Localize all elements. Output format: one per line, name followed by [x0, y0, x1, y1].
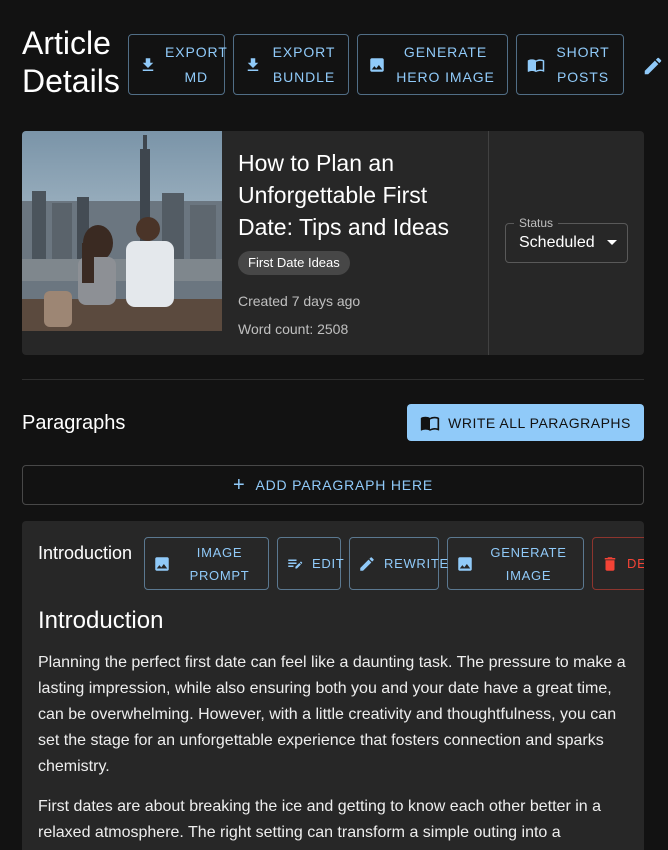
- status-value: Scheduled: [519, 234, 595, 251]
- export-bundle-button[interactable]: Export Bundle: [233, 34, 349, 95]
- created-date: Created 7 days ago: [238, 293, 361, 309]
- generate-hero-image-label: Generate Hero Image: [396, 43, 495, 85]
- pencil-icon: [360, 556, 374, 571]
- short-posts-label: Short Posts: [556, 43, 610, 85]
- caret-down-icon: [607, 240, 617, 245]
- generate-hero-image-button[interactable]: Generate Hero Image: [357, 34, 508, 95]
- menu-book-icon: [527, 58, 545, 72]
- write-all-paragraphs-button[interactable]: Write All Paragraphs: [407, 404, 644, 441]
- edit-label: Edit: [312, 556, 345, 571]
- export-bundle-label: Export Bundle: [272, 43, 336, 85]
- generate-image-label: Generate Image: [490, 544, 567, 583]
- edit-button[interactable]: Edit: [277, 537, 345, 590]
- hero-image: [22, 131, 222, 331]
- word-count: Word count: 2508: [238, 321, 349, 337]
- export-md-label: Export MD: [165, 43, 228, 85]
- write-all-paragraphs-label: Write All Paragraphs: [448, 414, 631, 431]
- article-title: How to Plan an Unforgettable First Date:…: [238, 150, 449, 240]
- status-select[interactable]: Status Scheduled: [505, 216, 628, 263]
- article-summary-card: How to Plan an Unforgettable First Date:…: [22, 131, 644, 355]
- divider: [22, 379, 644, 380]
- menu-book-icon: [420, 416, 440, 431]
- paragraphs-section-title: Paragraphs: [22, 412, 126, 434]
- card-divider: [488, 131, 489, 355]
- export-md-button[interactable]: Export MD: [128, 34, 228, 95]
- paragraph-text: First dates are about breaking the ice a…: [38, 798, 602, 841]
- plus-icon: +: [233, 474, 246, 496]
- add-paragraph-label: Add Paragraph Here: [255, 477, 433, 493]
- page-header: Article Details Export MD Export Bundle …: [22, 22, 668, 112]
- download-icon: [247, 57, 259, 71]
- download-icon: [142, 57, 154, 71]
- delete-label: Del: [627, 556, 644, 571]
- page-title: Article Details: [22, 25, 120, 99]
- image-icon: [458, 556, 472, 571]
- add-paragraph-button[interactable]: + Add Paragraph Here: [22, 465, 644, 505]
- image-icon: [155, 556, 169, 571]
- edit-pencil-icon[interactable]: [642, 55, 664, 77]
- trash-icon: [604, 556, 616, 571]
- hero-image-graphic: [22, 131, 222, 331]
- paragraph-text: Planning the perfect first date can feel…: [38, 654, 626, 775]
- category-chip: First Date Ideas: [238, 251, 350, 275]
- image-icon: [370, 57, 384, 72]
- generate-image-button[interactable]: Generate Image: [447, 537, 584, 590]
- paragraph-heading: Introduction: [38, 607, 164, 634]
- image-prompt-label: Image Prompt: [189, 544, 250, 583]
- status-label: Status: [514, 216, 559, 230]
- edit-note-icon: [288, 559, 303, 568]
- short-posts-button[interactable]: Short Posts: [516, 34, 624, 95]
- image-prompt-button[interactable]: Image Prompt: [144, 537, 269, 590]
- delete-button[interactable]: Del: [592, 537, 644, 590]
- rewrite-button[interactable]: Rewrite: [349, 537, 448, 590]
- rewrite-label: Rewrite: [384, 556, 449, 571]
- paragraph-label: Introduction: [38, 543, 133, 563]
- paragraph-card: Introduction Image Prompt Edit Rewrite G…: [22, 521, 644, 850]
